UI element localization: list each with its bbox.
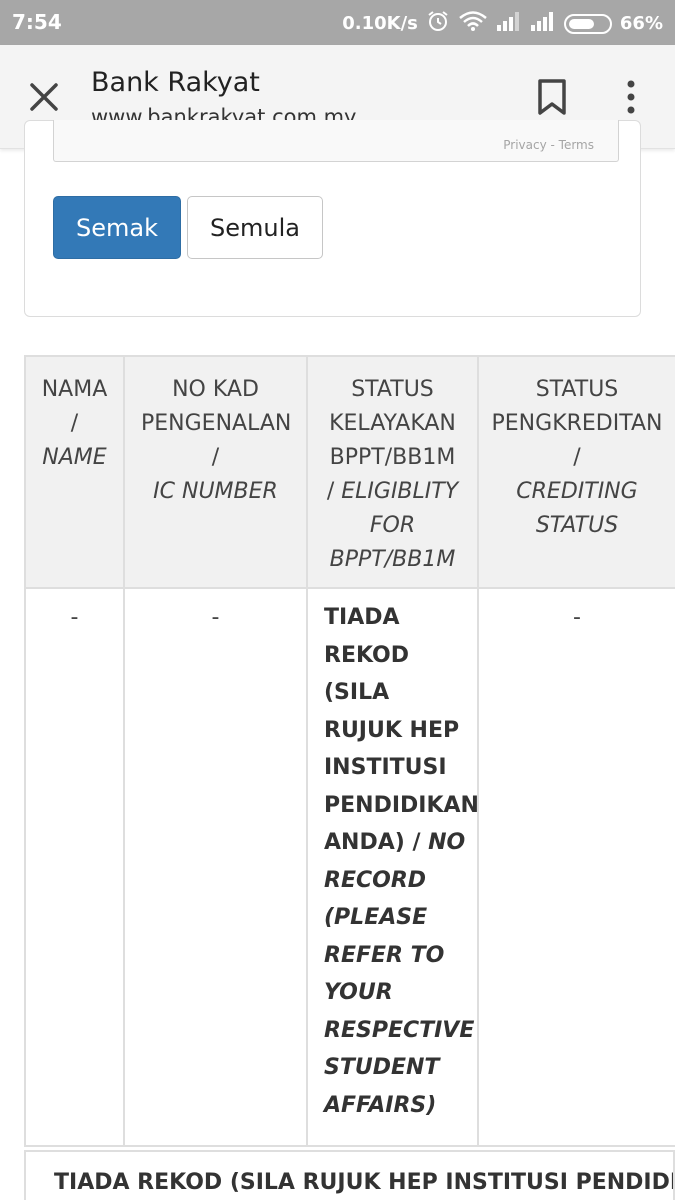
status-bar: 7:54 0.10K/s 66% xyxy=(0,0,675,45)
eligibility-ms-text: TIADA REKOD (SILA RUJUK HEP INSTITUSI PE… xyxy=(324,605,479,855)
close-icon[interactable] xyxy=(22,75,66,119)
header-name: NAMA / NAME xyxy=(24,355,125,589)
header-crediting-status: STATUS PENGKREDITAN / CREDITING STATUS xyxy=(477,355,675,589)
bookmark-icon[interactable] xyxy=(534,77,570,117)
overflow-menu-icon[interactable] xyxy=(616,77,646,117)
header-ic-number: NO KAD PENGENALAN / IC NUMBER xyxy=(123,355,308,589)
header-crediting-ms: STATUS PENGKREDITAN xyxy=(491,377,663,436)
header-separator: / xyxy=(326,479,335,504)
header-ic-en: IC NUMBER xyxy=(153,479,278,504)
wifi-icon xyxy=(458,10,488,37)
cell-eligibility: TIADA REKOD (SILA RUJUK HEP INSTITUSI PE… xyxy=(306,587,479,1147)
header-name-ms: NAMA xyxy=(41,377,108,402)
results-table: NAMA / NAME NO KAD PENGENALAN / IC NUMBE… xyxy=(24,355,675,1147)
status-time: 7:54 xyxy=(12,10,62,34)
recaptcha-links[interactable]: Privacy - Terms xyxy=(503,138,594,152)
header-separator: / xyxy=(573,445,581,470)
header-name-en: NAME xyxy=(42,445,107,470)
cell-ic-number: - xyxy=(123,587,308,1147)
header-ic-ms: NO KAD PENGENALAN xyxy=(141,377,292,436)
table-header-row: NAMA / NAME NO KAD PENGENALAN / IC NUMBE… xyxy=(24,355,675,589)
battery-icon xyxy=(563,13,612,34)
page-title: Bank Rakyat xyxy=(91,67,260,98)
recaptcha-widget[interactable]: Privacy - Terms xyxy=(53,120,619,162)
header-separator: / xyxy=(70,411,79,436)
cell-crediting-status: - xyxy=(477,587,675,1147)
header-eligibility-en: ELIGIBLITY FOR BPPT/BB1M xyxy=(329,479,459,572)
header-crediting-en: CREDITING STATUS xyxy=(516,479,638,538)
check-button[interactable]: Semak xyxy=(53,196,181,259)
battery-fill xyxy=(568,18,594,29)
header-eligibility-ms: STATUS KELAYAKAN BPPT/BB1M xyxy=(329,377,456,470)
header-eligibility: STATUS KELAYAKAN BPPT/BB1M / ELIGIBLITY … xyxy=(306,355,479,589)
table-row: - - TIADA REKOD (SILA RUJUK HEP INSTITUS… xyxy=(24,587,675,1147)
alarm-icon xyxy=(426,9,450,38)
network-speed: 0.10K/s xyxy=(342,13,418,34)
eligibility-en-text: NO RECORD (PLEASE REFER TO YOUR RESPECTI… xyxy=(324,830,475,1118)
reset-button[interactable]: Semula xyxy=(187,196,323,259)
no-record-message: TIADA REKOD (SILA RUJUK HEP INSTITUSI PE… xyxy=(24,1150,675,1200)
header-separator: / xyxy=(211,445,220,470)
cell-name: - xyxy=(24,587,125,1147)
signal-icon xyxy=(496,11,522,36)
status-right-group: 0.10K/s 66% xyxy=(342,9,663,38)
battery-percent: 66% xyxy=(619,13,663,34)
signal-icon xyxy=(530,11,556,36)
